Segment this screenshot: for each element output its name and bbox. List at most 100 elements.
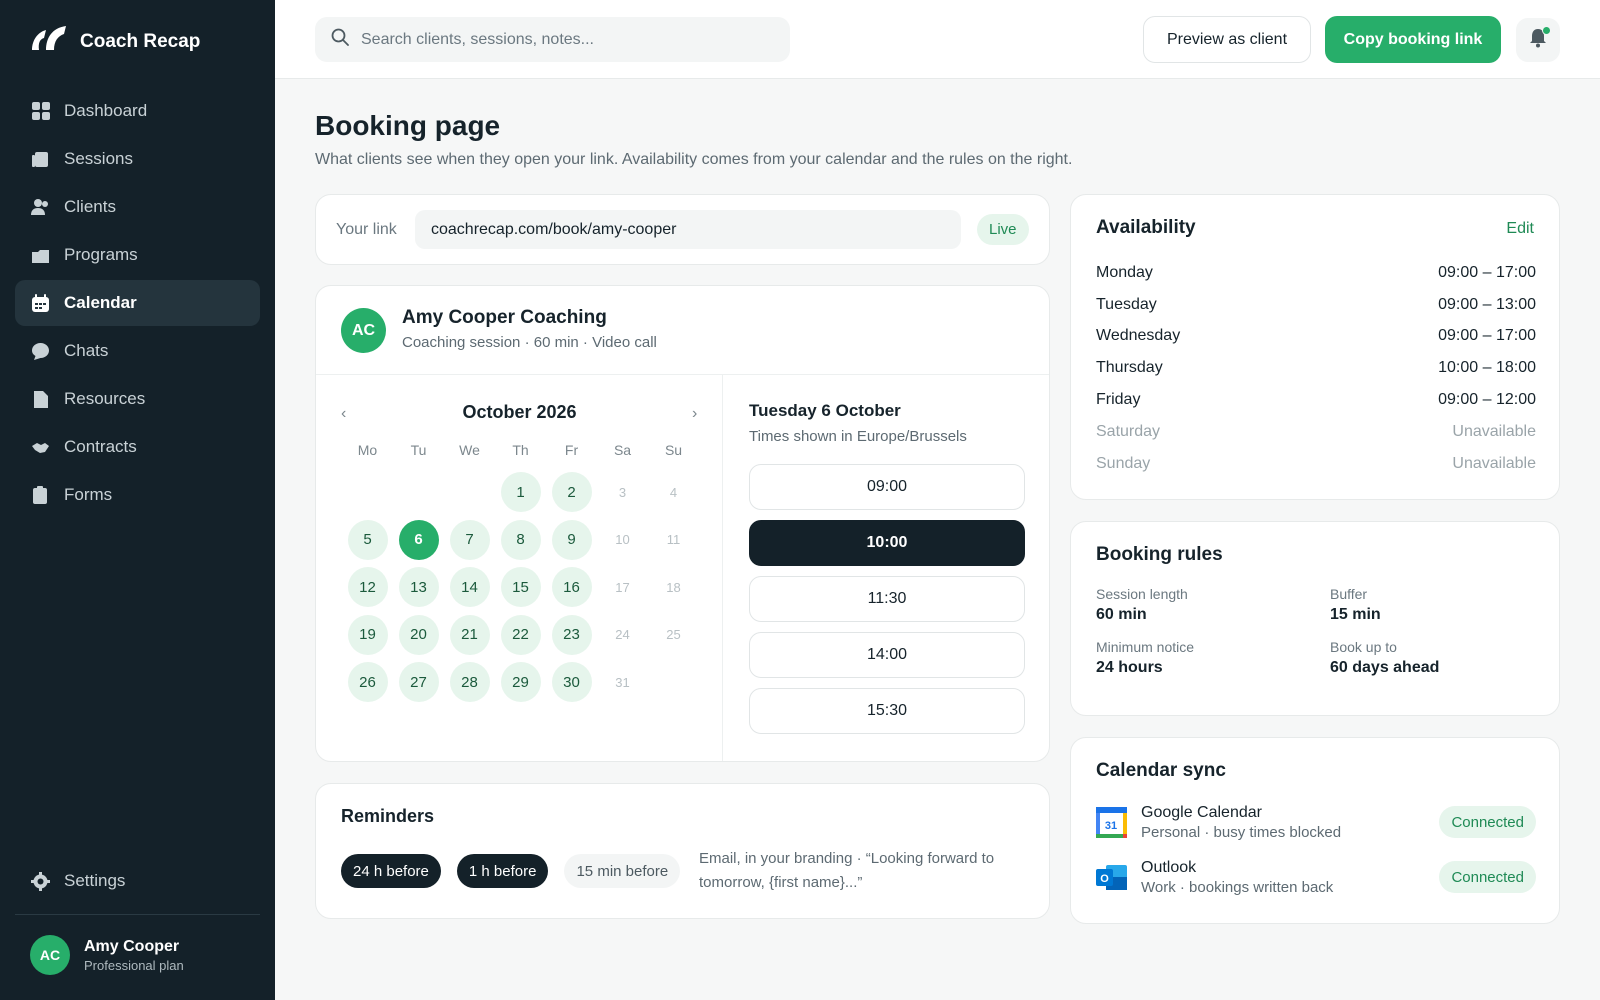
notifications-button[interactable]: [1516, 18, 1560, 62]
calendar-day-available[interactable]: 23: [551, 614, 592, 655]
rule-label: Buffer: [1330, 586, 1368, 602]
next-month-button[interactable]: ›: [692, 405, 697, 423]
availability-row: Saturday Unavailable: [1096, 416, 1536, 448]
coach-avatar: AC: [341, 308, 386, 353]
sync-row-google[interactable]: 31 Google Calendar Personal · busy times…: [1096, 800, 1536, 844]
copy-booking-link-button[interactable]: Copy booking link: [1325, 16, 1501, 63]
app-name: Coach Recap: [80, 30, 201, 52]
nav-item-resources[interactable]: Resources: [15, 376, 260, 422]
calendar-day-available[interactable]: 29: [500, 662, 541, 702]
rule-value: 24 hours: [1096, 659, 1163, 676]
booking-link-card: Your link coachrecap.com/book/amy-cooper…: [315, 194, 1050, 265]
nav-item-settings[interactable]: Settings: [15, 858, 260, 904]
google-calendar-icon: 31: [1096, 806, 1127, 838]
availability-day: Tuesday: [1096, 295, 1157, 313]
calendar-day-available[interactable]: 20: [398, 614, 439, 655]
connected-badge: Connected: [1439, 806, 1536, 838]
availability-hours: Unavailable: [1452, 454, 1536, 472]
availability-hours: Unavailable: [1452, 422, 1536, 440]
booking-link-field[interactable]: coachrecap.com/book/amy-cooper: [415, 210, 961, 249]
calendar-day-available[interactable]: 22: [500, 614, 541, 655]
availability-hours: 09:00 – 13:00: [1438, 295, 1536, 313]
calendar-day-available[interactable]: 30: [551, 662, 592, 702]
calendar-day-available[interactable]: 26: [347, 662, 388, 702]
weekday-label: We: [459, 442, 480, 458]
forms-icon: [31, 485, 50, 505]
chat-icon: [31, 342, 50, 361]
booking-rules-title: Booking rules: [1096, 544, 1223, 565]
availability-day: Saturday: [1096, 422, 1161, 440]
time-slot[interactable]: 09:00: [749, 464, 1025, 510]
availability-day: Sunday: [1096, 454, 1151, 472]
availability-day: Friday: [1096, 391, 1141, 409]
availability-hours: 09:00 – 12:00: [1438, 391, 1536, 409]
calendar-day-available[interactable]: 28: [449, 662, 490, 702]
nav-label: Sessions: [64, 149, 133, 168]
calendar-day-available[interactable]: 21: [449, 614, 490, 655]
availability-row: Wednesday 09:00 – 17:00: [1096, 321, 1536, 353]
calendar-day-available[interactable]: 9: [551, 519, 592, 560]
calendar-day-unavailable: 10: [615, 532, 630, 547]
rule-value: 15 min: [1330, 606, 1381, 623]
time-slot[interactable]: 11:30: [749, 576, 1025, 622]
reminders-title: Reminders: [341, 806, 435, 826]
gear-icon: [31, 871, 50, 891]
calendar-day-unavailable: 24: [615, 627, 630, 642]
time-slot[interactable]: 15:30: [749, 688, 1025, 734]
calendar-day-available[interactable]: 19: [347, 614, 388, 655]
calendar-day-available[interactable]: 7: [449, 519, 490, 560]
calendar-day-available[interactable]: 15: [500, 567, 541, 607]
reminder-chip[interactable]: 24 h before: [341, 854, 441, 888]
booking-rule: Minimum notice 24 hours: [1096, 639, 1330, 677]
preview-as-client-button[interactable]: Preview as client: [1143, 16, 1311, 63]
calendar-day-available[interactable]: 2: [551, 472, 592, 512]
user-name: Amy Cooper: [84, 937, 180, 955]
weekday-header: Mo Tu We Th Fr Sa Su: [342, 442, 699, 458]
programs-icon: [31, 246, 50, 265]
search-input[interactable]: [361, 30, 781, 49]
availability-day: Thursday: [1096, 359, 1163, 377]
nav-item-contracts[interactable]: Contracts: [15, 424, 260, 470]
calendar-day-available[interactable]: 13: [398, 567, 439, 607]
time-slot[interactable]: 14:00: [749, 632, 1025, 678]
calendar-day-available[interactable]: 12: [347, 567, 388, 607]
sync-row-outlook[interactable]: O Outlook Work · bookings written back C…: [1096, 855, 1536, 899]
availability-row: Thursday 10:00 – 18:00: [1096, 352, 1536, 384]
nav-item-chats[interactable]: Chats: [15, 328, 260, 374]
weekday-label: Sa: [613, 442, 632, 458]
calendar-day-available[interactable]: 1: [500, 472, 541, 512]
nav-item-programs[interactable]: Programs: [15, 232, 260, 278]
user-plan: Professional plan: [84, 957, 184, 973]
nav-item-forms[interactable]: Forms: [15, 472, 260, 518]
calendar-day-unavailable: 18: [666, 579, 681, 595]
weekday-label: Tu: [410, 442, 427, 458]
reminder-chip[interactable]: 15 min before: [564, 854, 681, 888]
nav-label: Clients: [64, 197, 116, 216]
sync-meta: Work · bookings written back: [1141, 878, 1334, 896]
weekday-label: Mo: [357, 442, 378, 458]
nav-item-sessions[interactable]: Sessions: [15, 136, 260, 182]
availability-row: Friday 09:00 – 12:00: [1096, 384, 1536, 416]
nav-item-dashboard[interactable]: Dashboard: [15, 88, 260, 134]
rule-value: 60 min: [1096, 606, 1147, 623]
calendar-day-available[interactable]: 14: [449, 567, 490, 607]
time-slot-selected[interactable]: 10:00: [749, 520, 1025, 566]
calendar-day-available[interactable]: 27: [398, 662, 439, 702]
availability-row: Sunday Unavailable: [1096, 448, 1536, 480]
contracts-icon: [31, 438, 50, 457]
calendar-day-available[interactable]: 5: [347, 519, 388, 560]
weekday-label: Su: [664, 442, 683, 458]
user-profile[interactable]: AC Amy Cooper Professional plan: [30, 935, 184, 975]
widget-header: AC Amy Cooper Coaching Coaching session …: [316, 286, 1049, 375]
search-box[interactable]: [315, 17, 790, 62]
nav-item-calendar[interactable]: Calendar: [15, 280, 260, 326]
calendar-day-available[interactable]: 16: [551, 567, 592, 607]
calendar-day-selected[interactable]: 6: [398, 519, 439, 560]
reminder-chip[interactable]: 1 h before: [456, 854, 549, 888]
edit-availability-link[interactable]: Edit: [1506, 220, 1534, 238]
logo-icon: [30, 24, 68, 59]
sync-meta: Personal · busy times blocked: [1141, 823, 1342, 841]
calendar-day-available[interactable]: 8: [500, 519, 541, 560]
brand[interactable]: Coach Recap: [30, 24, 200, 59]
nav-item-clients[interactable]: Clients: [15, 184, 260, 230]
